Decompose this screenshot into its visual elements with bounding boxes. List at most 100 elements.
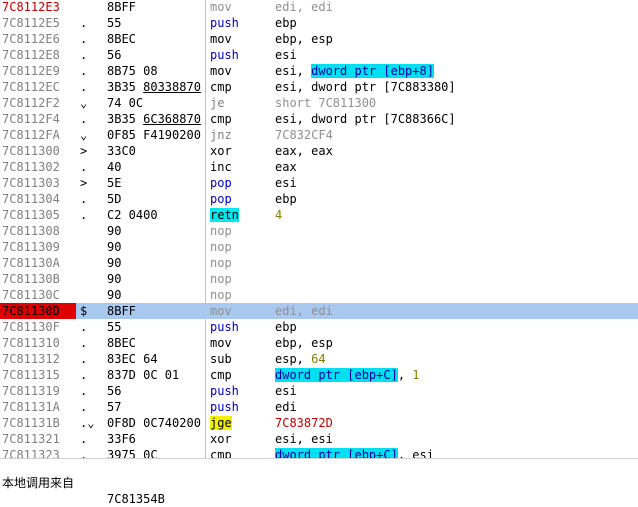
table-row[interactable]: 7C811305. C2 0400 retn 4 bbox=[0, 207, 638, 223]
flow-marker bbox=[80, 271, 104, 287]
operand-segment: ebp, esp bbox=[275, 32, 333, 46]
table-row[interactable]: 7C81130A 90 nop bbox=[0, 255, 638, 271]
hex-bytes-segment: 3B35 bbox=[107, 80, 144, 94]
disassembly-listing[interactable]: 7C8112E3 8BFF mov edi, edi 7C8112E5. 55 push eb… bbox=[0, 0, 638, 458]
table-row[interactable]: 7C8112EC. 3B35 80338870 cmp esi, dword ptr … bbox=[0, 79, 638, 95]
hex-bytes-cell: 55 bbox=[107, 15, 203, 31]
table-row[interactable]: 7C811309 90 nop bbox=[0, 239, 638, 255]
operand-segment: ebp bbox=[275, 16, 297, 30]
memory-operand-highlight: dword ptr [ebp+C] bbox=[275, 448, 398, 458]
operand-segment: esi, dword ptr [7C883380] bbox=[275, 80, 456, 94]
table-row[interactable]: 7C8112FA ⌄ 0F85 F4190200 jnz 7C832CF4 bbox=[0, 127, 638, 143]
operand-segment: 7C832CF4 bbox=[275, 128, 333, 142]
hex-bytes-segment: 33F6 bbox=[107, 432, 136, 446]
table-row[interactable]: 7C8112E6. 8BEC mov ebp, esp bbox=[0, 31, 638, 47]
table-row[interactable]: 7C811304. 5D pop ebp bbox=[0, 191, 638, 207]
address-cell: 7C811303 bbox=[2, 176, 60, 190]
mnemonic-cell: cmp bbox=[210, 367, 270, 383]
hex-bytes-segment: 3B35 bbox=[107, 112, 144, 126]
table-row[interactable]: 7C8112E9. 8B75 08 mov esi, dword ptr [ebp+8… bbox=[0, 63, 638, 79]
mnemonic-cell: push bbox=[210, 319, 270, 335]
address-cell: 7C81131B bbox=[2, 416, 60, 430]
table-row[interactable]: 7C811302. 40 inc eax bbox=[0, 159, 638, 175]
mnemonic-cell: nop bbox=[210, 271, 270, 287]
flow-marker bbox=[80, 287, 104, 303]
table-row[interactable]: 7C811321. 33F6 xor esi, esi bbox=[0, 431, 638, 447]
flow-marker: . bbox=[80, 208, 88, 222]
table-row[interactable]: 7C8112E5. 55 push ebp bbox=[0, 15, 638, 31]
operand-segment: esp, bbox=[275, 352, 312, 366]
address-cell: 7C811304 bbox=[2, 192, 60, 206]
hex-bytes-cell: 90 bbox=[107, 223, 203, 239]
operands-cell: esi bbox=[275, 175, 635, 191]
operands-cell: ebp, esp bbox=[275, 31, 635, 47]
hex-bytes-segment: 55 bbox=[107, 16, 122, 30]
mnemonic-cell: nop bbox=[210, 239, 270, 255]
table-row[interactable]: 7C8112E3 8BFF mov edi, edi bbox=[0, 0, 638, 15]
table-row[interactable]: 7C811323. 3975 0C cmp dword ptr [ebp+C], es… bbox=[0, 447, 638, 458]
table-row[interactable]: 7C8112E8. 56 push esi bbox=[0, 47, 638, 63]
mnemonic-text: mov bbox=[210, 64, 232, 78]
table-row-selected[interactable]: 7C81130D $8BFF mov edi, edi bbox=[0, 303, 638, 319]
hex-bytes-segment: 33C0 bbox=[107, 144, 136, 158]
operand-segment: esi bbox=[275, 48, 297, 62]
table-row[interactable]: 7C811315. 837D 0C 01 cmp dword ptr [ebp+C],… bbox=[0, 367, 638, 383]
hex-bytes-segment: 56 bbox=[107, 48, 122, 62]
mnemonic-text: nop bbox=[210, 272, 232, 286]
mnemonic-text: pop bbox=[210, 176, 232, 190]
operand-segment: eax, eax bbox=[275, 144, 333, 158]
mnemonic-cell: xor bbox=[210, 431, 270, 447]
table-row[interactable]: 7C811308 90 nop bbox=[0, 223, 638, 239]
address-cell: 7C811302 bbox=[2, 160, 60, 174]
flow-marker: . bbox=[80, 336, 88, 350]
hex-bytes-segment: 0F8D 0C740200 bbox=[107, 416, 201, 430]
flow-marker: . bbox=[80, 432, 88, 446]
hex-bytes-segment: 8BFF bbox=[107, 304, 136, 318]
hex-bytes-segment: 8B75 08 bbox=[107, 64, 158, 78]
hex-bytes-cell: 8BFF bbox=[107, 0, 203, 15]
address-cell: 7C811323 bbox=[2, 448, 60, 458]
operand-segment: 4 bbox=[275, 208, 283, 222]
mnemonic-cell: inc bbox=[210, 159, 270, 175]
table-row[interactable]: 7C81130B 90 nop bbox=[0, 271, 638, 287]
table-row[interactable]: 7C8112F2 ⌄ 74 0C je short 7C811300 bbox=[0, 95, 638, 111]
mnemonic-cell: mov bbox=[210, 31, 270, 47]
operands-cell: edi, edi bbox=[275, 303, 635, 319]
address-cell: 7C81130F bbox=[2, 320, 60, 334]
mnemonic-cell: jge bbox=[210, 415, 270, 431]
mnemonic-text: inc bbox=[210, 160, 232, 174]
hex-bytes-cell: 90 bbox=[107, 287, 203, 303]
flow-marker: > bbox=[80, 176, 88, 190]
table-row[interactable]: 7C81130C 90 nop bbox=[0, 287, 638, 303]
flow-marker: . bbox=[80, 112, 88, 126]
table-row[interactable]: 7C81130F. 55 push ebp bbox=[0, 319, 638, 335]
mnemonic-cell: cmp bbox=[210, 447, 270, 458]
hex-bytes-cell: 3975 0C bbox=[107, 447, 203, 458]
address-cell: 7C81130D bbox=[0, 303, 76, 319]
table-row[interactable]: 7C81131A. 57 push edi bbox=[0, 399, 638, 415]
flow-marker: . bbox=[80, 352, 88, 366]
hex-bytes-cell: 3B35 80338870 bbox=[107, 79, 203, 95]
operand-segment: eax bbox=[275, 160, 297, 174]
table-row[interactable]: 7C811312. 83EC 64 sub esp, 64 bbox=[0, 351, 638, 367]
table-row[interactable]: 7C811300 >33C0 xor eax, eax bbox=[0, 143, 638, 159]
operand-segment: esi, dword ptr [7C88366C] bbox=[275, 112, 456, 126]
hex-bytes-cell: 837D 0C 01 bbox=[107, 367, 203, 383]
operands-cell: ebp bbox=[275, 15, 635, 31]
operands-cell: esi, dword ptr [ebp+8] bbox=[275, 63, 635, 79]
operand-segment: ebp bbox=[275, 192, 297, 206]
hex-bytes-segment: 5E bbox=[107, 176, 122, 190]
table-row[interactable]: 7C8112F4. 3B35 6C368870 cmp esi, dword ptr … bbox=[0, 111, 638, 127]
hex-bytes-cell: 90 bbox=[107, 255, 203, 271]
flow-marker: $ bbox=[80, 304, 88, 318]
mnemonic-text: push bbox=[210, 48, 239, 62]
hex-bytes-cell: 8B75 08 bbox=[107, 63, 203, 79]
table-row[interactable]: 7C811310. 8BEC mov ebp, esp bbox=[0, 335, 638, 351]
mnemonic-cell: xor bbox=[210, 143, 270, 159]
table-row[interactable]: 7C811319. 56 push esi bbox=[0, 383, 638, 399]
table-row[interactable]: 7C81131B .⌄ 0F8D 0C740200 jge 7C83872D bbox=[0, 415, 638, 431]
operand-segment: edi, edi bbox=[275, 304, 333, 318]
flow-marker: . bbox=[80, 320, 88, 334]
table-row[interactable]: 7C811303 >5E pop esi bbox=[0, 175, 638, 191]
operand-segment: 1 bbox=[412, 368, 420, 382]
